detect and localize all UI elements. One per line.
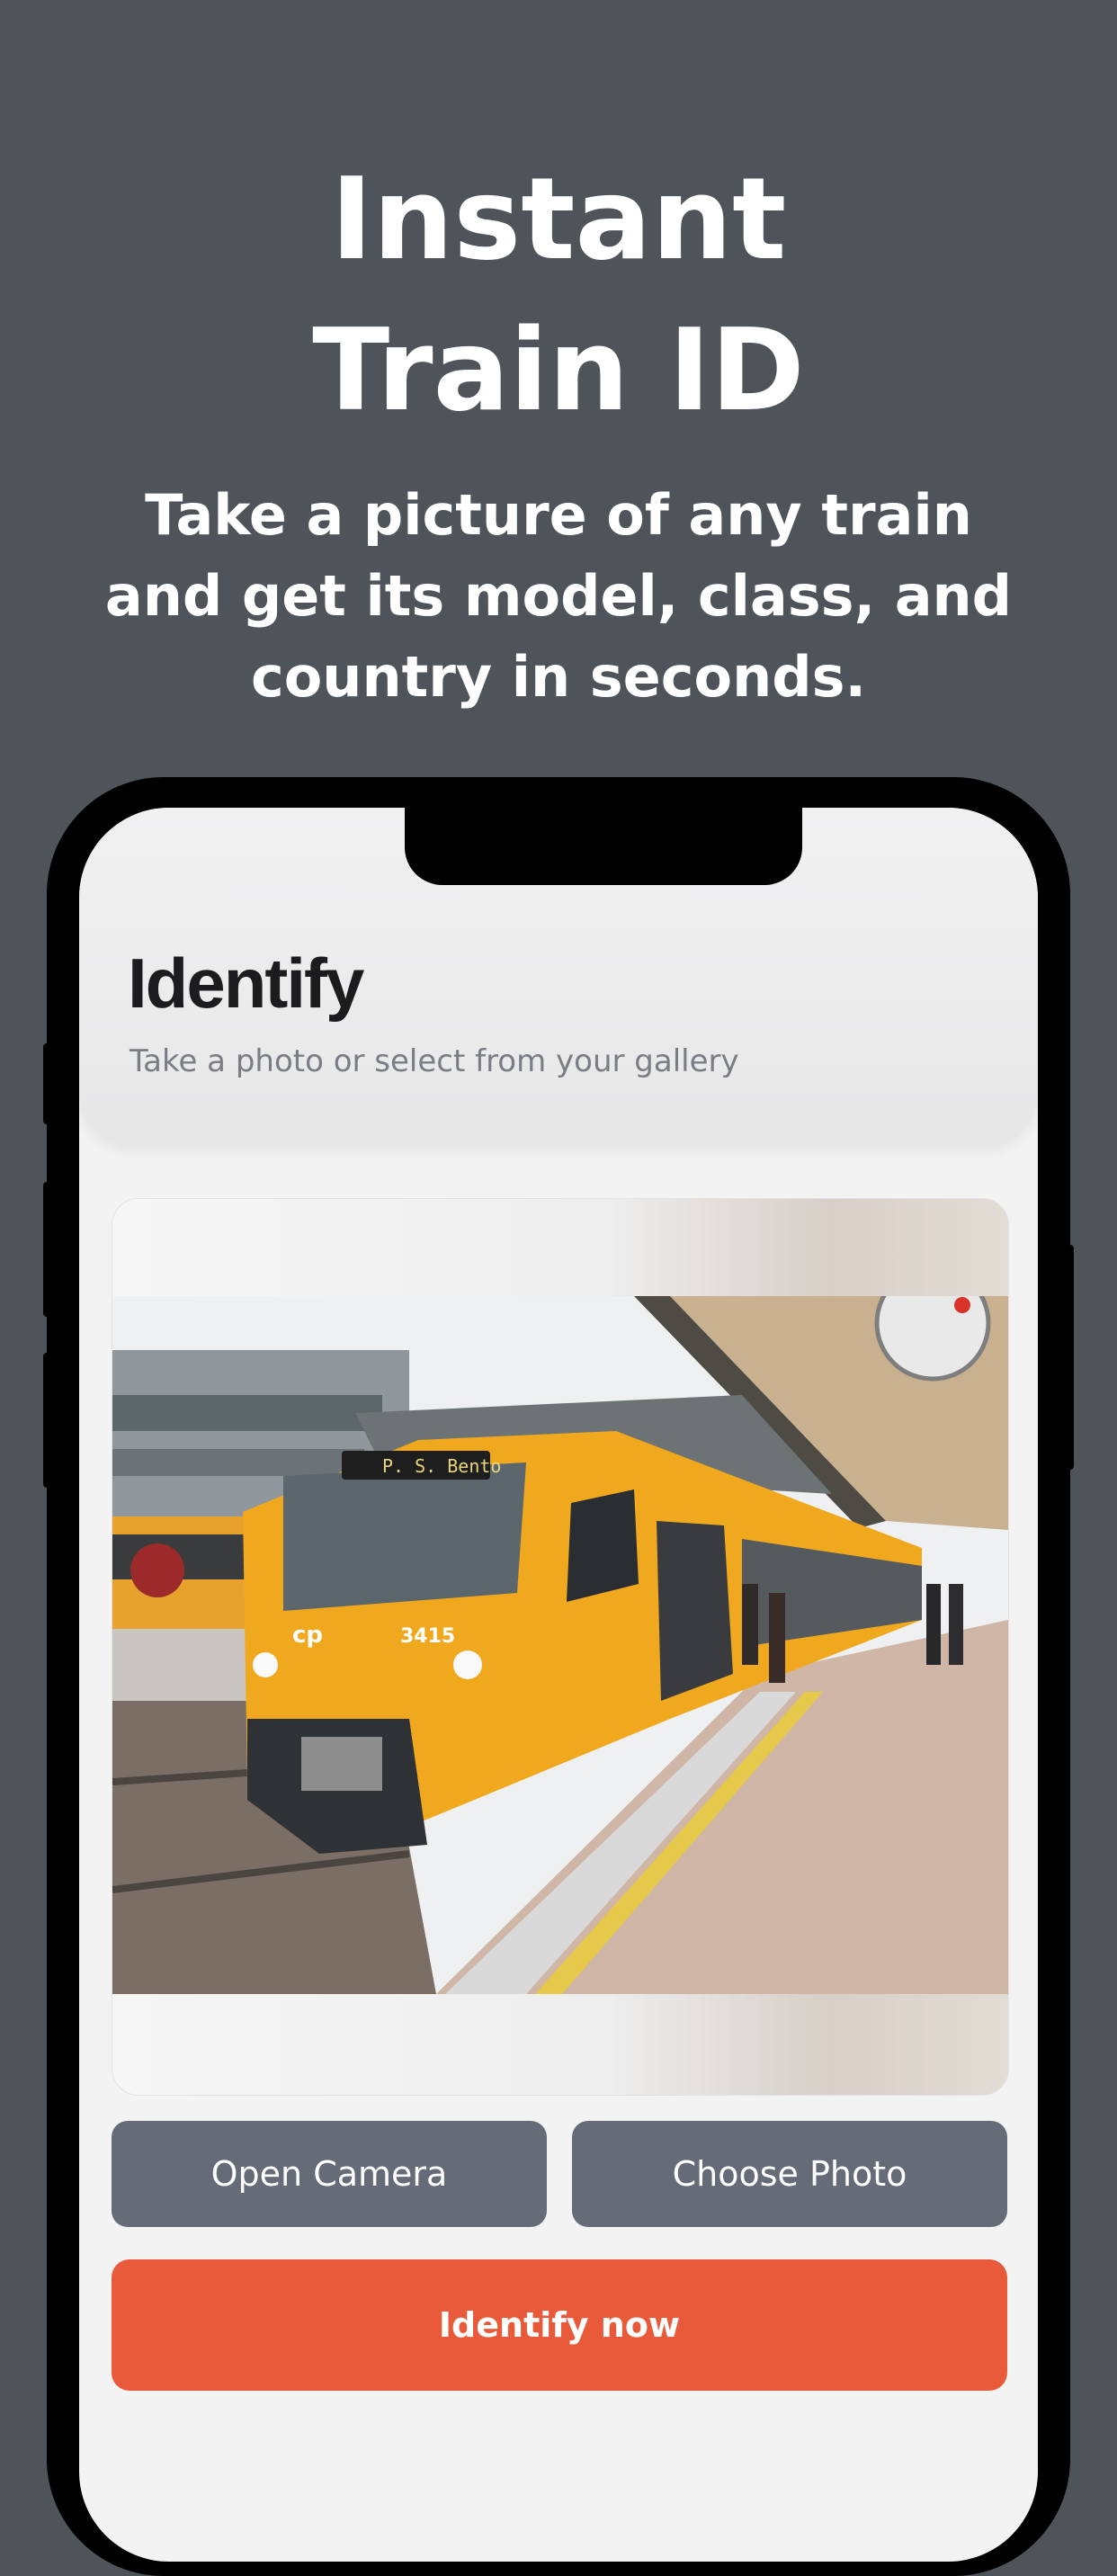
notch	[405, 808, 802, 885]
destination-sign: P. S. Bento	[382, 1455, 501, 1477]
headline: Instant Train ID	[0, 144, 1117, 446]
phone-volume-up	[43, 1182, 50, 1317]
phone-frame: Identify Take a photo or select from you…	[43, 777, 1074, 2576]
app-screen: Identify Take a photo or select from you…	[79, 808, 1038, 2562]
train-photo: P. S. Bento cp 3415	[112, 1296, 1008, 1994]
page-subtitle: Take a photo or select from your gallery	[130, 1043, 739, 1079]
phone-side-button	[43, 1043, 50, 1124]
photo-preview-card[interactable]: P. S. Bento cp 3415	[112, 1198, 1009, 2096]
unit-number: 3415	[400, 1625, 455, 1648]
phone-power-button	[1067, 1245, 1074, 1470]
subheadline-line-1: Take a picture of any train	[145, 482, 972, 548]
headline-line-2: Train ID	[312, 304, 805, 436]
subheadline-line-2: and get its model, class, and	[104, 563, 1013, 629]
subheadline-line-3: country in seconds.	[250, 644, 867, 710]
train-photo-illustration: P. S. Bento cp 3415	[112, 1296, 1008, 1994]
operator-logo: cp	[292, 1622, 323, 1649]
choose-photo-button[interactable]: Choose Photo	[572, 2121, 1007, 2227]
action-buttons: Open Camera Choose Photo	[112, 2121, 1007, 2227]
open-camera-button[interactable]: Open Camera	[112, 2121, 547, 2227]
identify-now-button[interactable]: Identify now	[112, 2259, 1007, 2391]
subheadline: Take a picture of any train and get its …	[81, 475, 1036, 718]
phone-volume-down	[43, 1353, 50, 1488]
page-title: Identify	[128, 944, 364, 1023]
headline-line-1: Instant	[330, 153, 787, 285]
